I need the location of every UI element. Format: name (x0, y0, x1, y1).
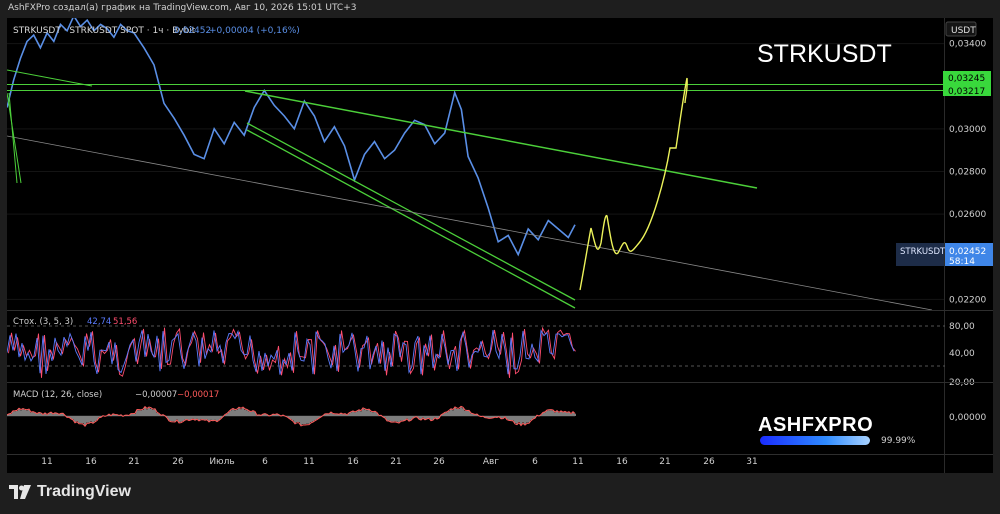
chart-svg[interactable]: STRKUSDT · STRKUSDT SPOT · 1ч · Bybit 0,… (7, 18, 993, 473)
ashfxpro-logo: ASHFXPRO (758, 414, 874, 436)
descending-trendline (244, 90, 758, 189)
price-series-line (7, 18, 576, 257)
macd-zero-level: 0,00000 (949, 413, 986, 423)
x-tick-label: Июль (209, 457, 234, 467)
big-symbol-title: STRKUSDT (757, 40, 892, 68)
brand-percent: 99.99% (881, 436, 916, 446)
long-trendline (7, 135, 933, 311)
last-price-legend: 0,02452 (174, 26, 211, 36)
brand-progress-bar (760, 436, 870, 445)
x-tick-label: 26 (172, 457, 184, 467)
macd-value-1: −0,00007 (135, 390, 177, 400)
x-tick-label: 31 (746, 457, 757, 467)
y-tick-label: 0,03400 (949, 40, 986, 50)
symbol-legend[interactable]: STRKUSDT · STRKUSDT SPOT · 1ч · Bybit (13, 26, 196, 36)
x-tick-label: 21 (390, 457, 401, 467)
currency-label: USDT (951, 26, 976, 36)
x-tick-label: 26 (433, 457, 445, 467)
y-tick-label: 0,03000 (949, 125, 986, 135)
macd-value-2: −0,00017 (177, 390, 219, 400)
projection-path (579, 77, 688, 291)
tradingview-wordmark: TradingView (37, 483, 131, 500)
y-tick-label: 0,02200 (949, 295, 986, 305)
x-tick-label: 6 (262, 457, 268, 467)
x-tick-label: 11 (572, 457, 583, 467)
stoch-level-80: 80,00 (949, 322, 975, 332)
price-badge-value: 0,02452 (949, 247, 986, 257)
y-tick-label: 0,02800 (949, 167, 986, 177)
x-tick-label: 16 (616, 457, 628, 467)
x-tick-label: 11 (41, 457, 52, 467)
x-tick-label: 11 (303, 457, 314, 467)
x-tick-label: 26 (703, 457, 715, 467)
symbol-tag-label: STRKUSDT (900, 247, 946, 257)
price-badge-countdown: 58:14 (949, 257, 975, 267)
stoch-level-40: 40,00 (949, 349, 975, 359)
y-tick-label: 0,02600 (949, 210, 986, 220)
x-tick-label: Авг (483, 457, 499, 467)
x-tick-label: 16 (85, 457, 97, 467)
x-tick-label: 21 (659, 457, 670, 467)
chart-frame: STRKUSDT · STRKUSDT SPOT · 1ч · Bybit 0,… (7, 18, 993, 473)
macd-label[interactable]: MACD (12, 26, close) (13, 390, 102, 400)
stoch-k-line (7, 329, 575, 375)
x-tick-label: 16 (347, 457, 359, 467)
fan-line-1 (7, 69, 93, 87)
time-axis[interactable]: 11 16 21 26 Июль 6 11 16 21 26 Авг 6 11 16 21 26 31 (41, 457, 757, 467)
tradingview-logo[interactable]: TradingView (9, 483, 131, 501)
change-legend: +0,00004 (+0,16%) (209, 26, 300, 36)
tradingview-icon (9, 485, 31, 499)
x-tick-label: 6 (532, 457, 538, 467)
level-label-lower: 0,03217 (948, 87, 985, 97)
chart-caption: AshFXPro создал(а) график на TradingView… (8, 3, 357, 13)
level-label-upper: 0,03245 (948, 74, 985, 84)
wedge-line-lower (246, 129, 576, 309)
wedge-line-upper (246, 122, 576, 301)
x-tick-label: 21 (128, 457, 139, 467)
